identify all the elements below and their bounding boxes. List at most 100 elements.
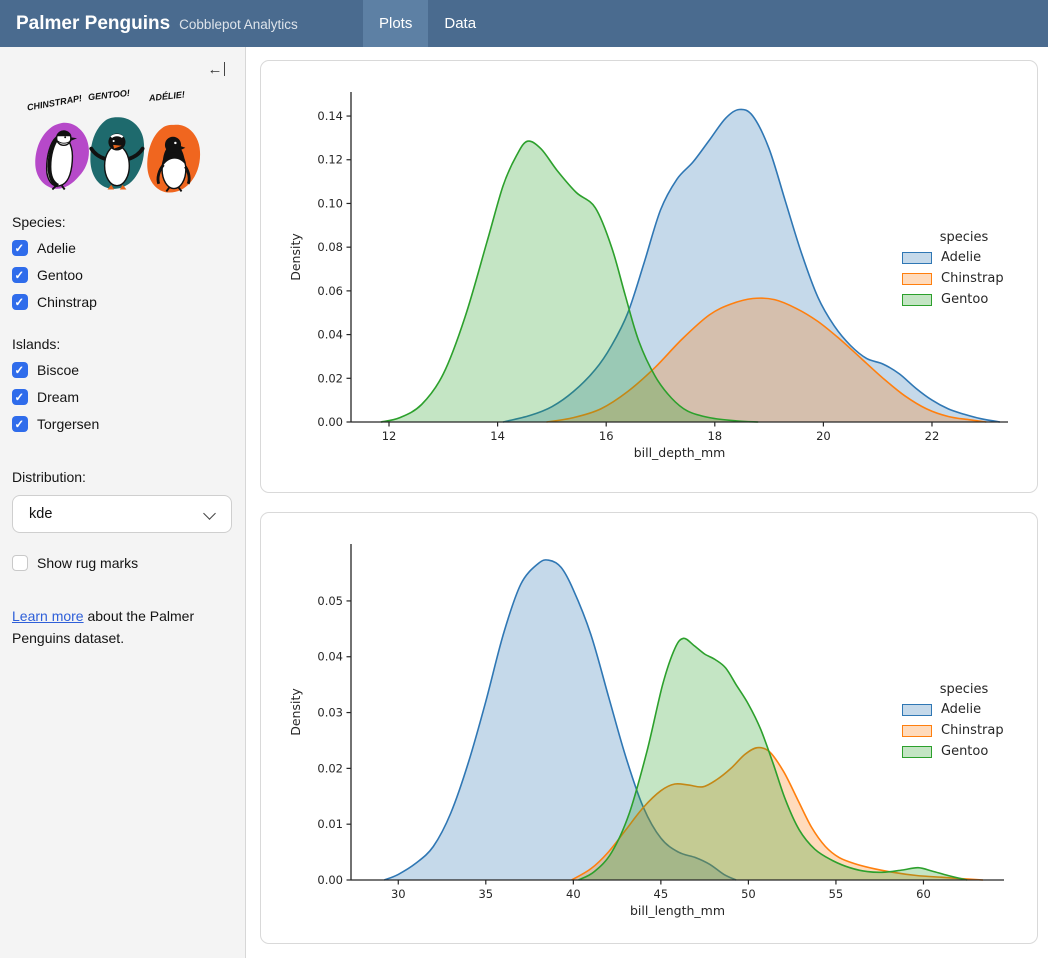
legend-label: Chinstrap bbox=[941, 271, 1004, 286]
biscoe-checkbox-label: Biscoe bbox=[37, 362, 79, 378]
biscoe-checkbox[interactable] bbox=[12, 362, 28, 378]
x-tick-label: 50 bbox=[741, 887, 756, 901]
species-legend: species Adelie Chinstrap Gentoo bbox=[898, 682, 1030, 765]
legend-swatch-chinstrap bbox=[902, 273, 932, 285]
x-tick-label: 14 bbox=[490, 429, 505, 443]
adelie-checkbox-label: Adelie bbox=[37, 240, 76, 256]
x-tick-label: 22 bbox=[925, 429, 940, 443]
y-tick-label: 0.10 bbox=[317, 196, 343, 210]
nav-tabs: Plots Data bbox=[363, 0, 492, 47]
species-legend: species Adelie Chinstrap Gentoo bbox=[898, 230, 1030, 313]
y-tick-label: 0.14 bbox=[317, 109, 343, 123]
card-bill-length: 303540455055600.000.010.020.030.040.05bi… bbox=[260, 512, 1038, 944]
brand: Palmer PenguinsCobblepot Analytics bbox=[16, 0, 298, 47]
app-root: Palmer PenguinsCobblepot Analytics Plots… bbox=[0, 0, 1048, 958]
card-bill-depth: 1214161820220.000.020.040.060.080.100.12… bbox=[260, 60, 1038, 493]
y-tick-label: 0.04 bbox=[317, 328, 343, 342]
y-tick-label: 0.08 bbox=[317, 240, 343, 254]
checkbox-row-dream[interactable]: Dream bbox=[12, 389, 233, 405]
rug-marks-row[interactable]: Show rug marks bbox=[12, 555, 233, 571]
legend-swatch-adelie bbox=[902, 704, 932, 716]
y-tick-label: 0.00 bbox=[317, 415, 343, 429]
checkbox-row-chinstrap[interactable]: Chinstrap bbox=[12, 294, 233, 310]
legend-title: species bbox=[898, 682, 1030, 697]
y-tick-label: 0.12 bbox=[317, 153, 343, 167]
legend-swatch-gentoo bbox=[902, 746, 932, 758]
sidebar-collapse-button[interactable]: ← bbox=[208, 62, 226, 77]
x-tick-label: 12 bbox=[382, 429, 397, 443]
y-tick-label: 0.06 bbox=[317, 284, 343, 298]
checkbox-row-adelie[interactable]: Adelie bbox=[12, 240, 233, 256]
torgersen-checkbox[interactable] bbox=[12, 416, 28, 432]
legend-swatch-adelie bbox=[902, 252, 932, 264]
tab-data[interactable]: Data bbox=[428, 0, 492, 47]
rug-marks-label: Show rug marks bbox=[37, 555, 138, 571]
legend-label: Chinstrap bbox=[941, 723, 1004, 738]
y-tick-label: 0.01 bbox=[317, 817, 343, 831]
chinstrap-checkbox[interactable] bbox=[12, 294, 28, 310]
y-axis-label: Density bbox=[288, 688, 303, 736]
legend-label: Adelie bbox=[941, 702, 981, 717]
y-tick-label: 0.02 bbox=[317, 371, 343, 385]
checkbox-row-torgersen[interactable]: Torgersen bbox=[12, 416, 233, 432]
legend-entry-gentoo: Gentoo bbox=[898, 292, 1030, 307]
y-tick-label: 0.02 bbox=[317, 761, 343, 775]
x-tick-label: 40 bbox=[566, 887, 581, 901]
rug-marks-checkbox[interactable] bbox=[12, 555, 28, 571]
y-axis-label: Density bbox=[288, 233, 303, 281]
y-tick-label: 0.03 bbox=[317, 706, 343, 720]
adelie-penguin-eye bbox=[174, 142, 176, 144]
x-tick-label: 60 bbox=[916, 887, 931, 901]
gentoo-checkbox-label: Gentoo bbox=[37, 267, 83, 283]
main-content: 1214161820220.000.020.040.060.080.100.12… bbox=[247, 47, 1048, 958]
bill-depth-kde-chart: 1214161820220.000.020.040.060.080.100.12… bbox=[261, 61, 1037, 492]
torgersen-checkbox-label: Torgersen bbox=[37, 416, 99, 432]
adelie-art-label: ADÉLIE! bbox=[147, 89, 185, 103]
adelie-checkbox[interactable] bbox=[12, 240, 28, 256]
dream-checkbox-label: Dream bbox=[37, 389, 79, 405]
legend-swatch-gentoo bbox=[902, 294, 932, 306]
checkbox-row-biscoe[interactable]: Biscoe bbox=[12, 362, 233, 378]
collapse-arrow-icon: ← bbox=[208, 61, 223, 78]
checkbox-row-gentoo[interactable]: Gentoo bbox=[12, 267, 233, 283]
distribution-select-value: kde bbox=[29, 506, 52, 522]
x-tick-label: 16 bbox=[599, 429, 614, 443]
gentoo-art-label: GENTOO! bbox=[88, 88, 131, 102]
x-tick-label: 30 bbox=[391, 887, 406, 901]
app-title: Palmer Penguins bbox=[16, 13, 170, 34]
x-axis-label: bill_depth_mm bbox=[634, 445, 726, 460]
gentoo-checkbox[interactable] bbox=[12, 267, 28, 283]
islands-label: Islands: bbox=[12, 336, 233, 352]
distribution-label: Distribution: bbox=[12, 469, 233, 485]
x-tick-label: 45 bbox=[654, 887, 669, 901]
navbar: Palmer PenguinsCobblepot Analytics Plots… bbox=[0, 0, 1048, 47]
learn-more-link[interactable]: Learn more bbox=[12, 608, 84, 624]
legend-label: Gentoo bbox=[941, 744, 988, 759]
y-tick-label: 0.00 bbox=[317, 873, 343, 887]
dataset-footnote: Learn more about the Palmer Penguins dat… bbox=[12, 605, 220, 650]
gentoo-penguin-body bbox=[105, 146, 130, 186]
gentoo-penguin-eye bbox=[113, 140, 115, 142]
tab-plots[interactable]: Plots bbox=[363, 0, 428, 47]
adelie-penguin-head bbox=[165, 137, 181, 153]
legend-title: species bbox=[898, 230, 1030, 245]
dream-checkbox[interactable] bbox=[12, 389, 28, 405]
chinstrap-penguin-eye bbox=[64, 136, 66, 138]
chevron-down-icon bbox=[203, 507, 216, 520]
legend-entry-gentoo: Gentoo bbox=[898, 744, 1030, 759]
legend-entry-adelie: Adelie bbox=[898, 250, 1030, 265]
bill-length-kde-chart: 303540455055600.000.010.020.030.040.05bi… bbox=[261, 513, 1037, 943]
chinstrap-checkbox-label: Chinstrap bbox=[37, 294, 97, 310]
legend-swatch-chinstrap bbox=[902, 725, 932, 737]
x-tick-label: 55 bbox=[829, 887, 844, 901]
legend-label: Gentoo bbox=[941, 292, 988, 307]
penguins-artwork: CHINSTRAP! GENTOO! ADÉLIE! bbox=[12, 85, 220, 199]
collapse-bar-icon bbox=[224, 62, 226, 76]
sidebar: ← bbox=[0, 47, 246, 958]
species-label: Species: bbox=[12, 214, 233, 230]
legend-entry-chinstrap: Chinstrap bbox=[898, 723, 1030, 738]
x-tick-label: 20 bbox=[816, 429, 831, 443]
legend-entry-chinstrap: Chinstrap bbox=[898, 271, 1030, 286]
distribution-select[interactable]: kde bbox=[12, 495, 232, 533]
y-tick-label: 0.04 bbox=[317, 650, 343, 664]
